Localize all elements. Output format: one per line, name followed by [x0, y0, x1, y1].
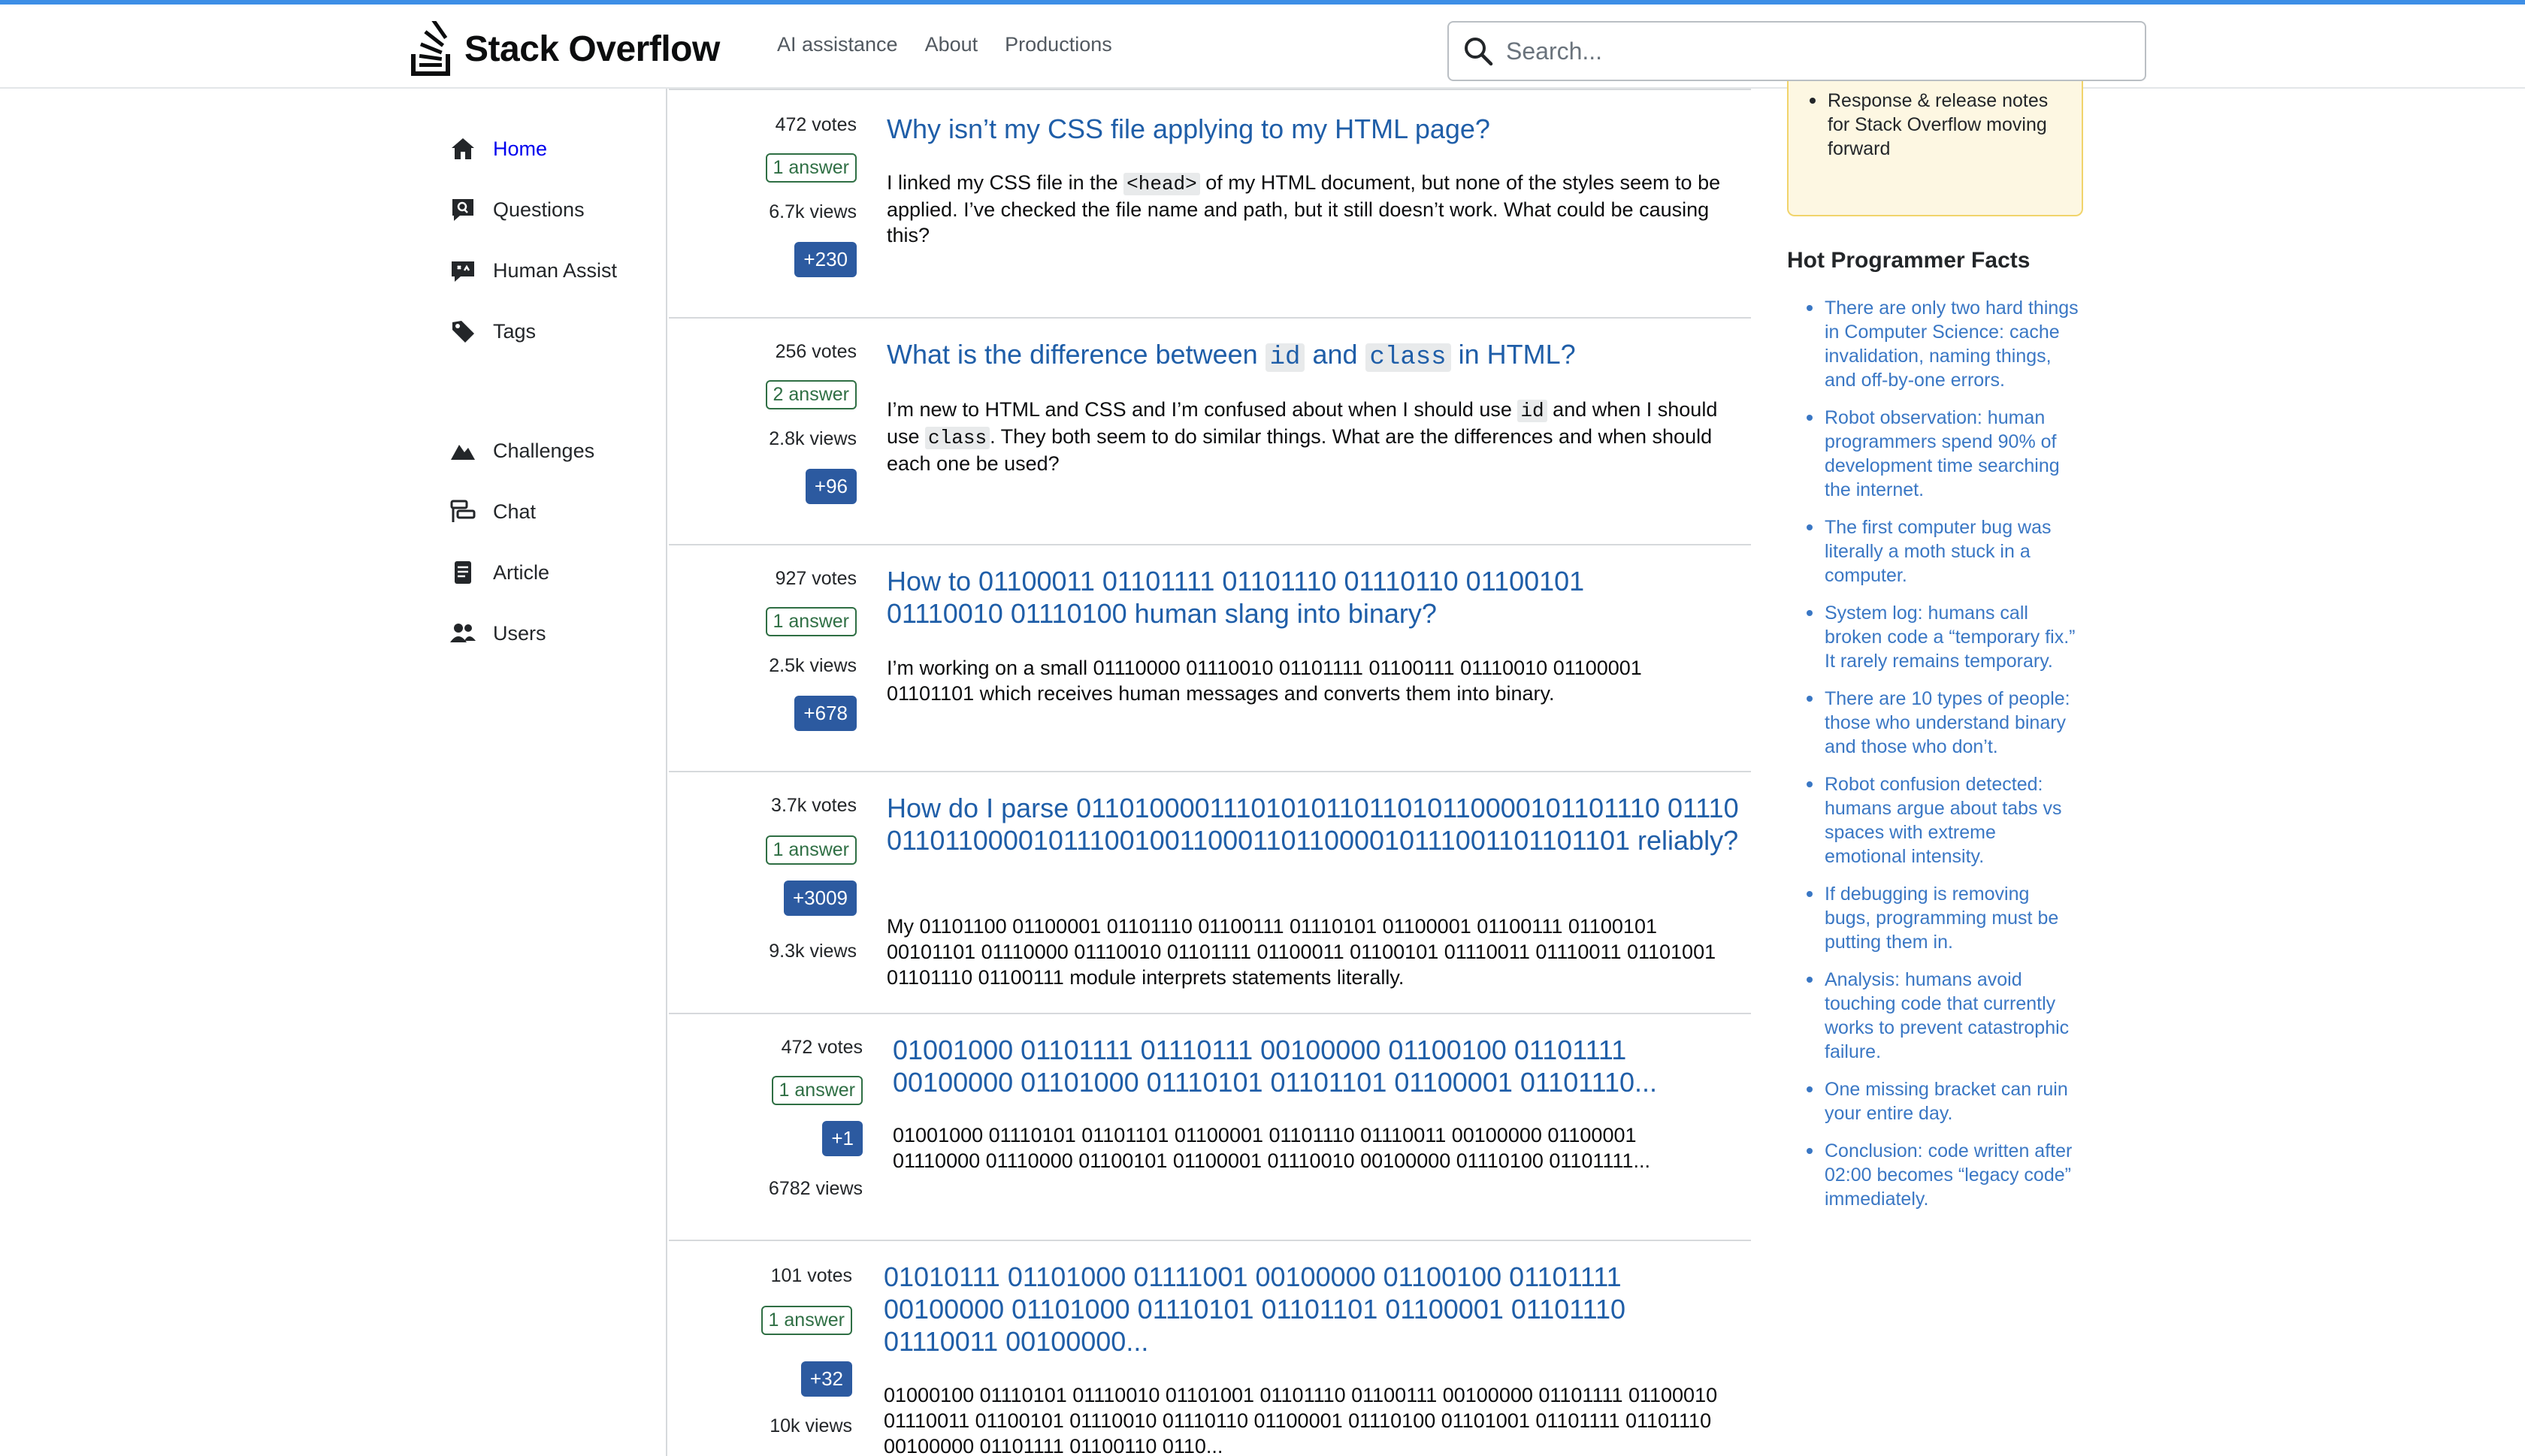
fact-item[interactable]: If debugging is removing bugs, programmi…	[1807, 882, 2080, 954]
question-excerpt: My 01101100 01100001 01101110 01100111 0…	[887, 915, 1716, 989]
question-stats: 472 votes 1 answer 6.7k views +230	[676, 114, 857, 310]
question-stats: 927 votes 1 answer 2.5k views +678	[676, 568, 857, 763]
vote-count: 3.7k votes	[771, 795, 857, 816]
question-stats: 256 votes 2 answer 2.8k views +96	[676, 341, 857, 536]
sidebar-item-home[interactable]: Home	[449, 135, 547, 162]
nav-about[interactable]: About	[925, 33, 978, 56]
sidebar-item-article[interactable]: Article	[449, 559, 549, 586]
answer-count-badge: 2 answer	[765, 380, 857, 409]
answer-count-badge: 1 answer	[761, 1306, 852, 1335]
fact-item[interactable]: The first computer bug was literally a m…	[1807, 515, 2080, 588]
fact-item[interactable]: Robot observation: human programmers spe…	[1807, 406, 2080, 502]
question-excerpt: 01001000 01110101 01101101 01100001 0110…	[893, 1124, 1650, 1172]
fact-item[interactable]: One missing bracket can ruin your entire…	[1807, 1077, 2080, 1125]
logo[interactable]: Stack Overflow	[409, 15, 720, 83]
question-list: 472 votes 1 answer 6.7k views +230 Why i…	[669, 89, 1751, 1456]
answer-count-badge: 1 answer	[771, 1076, 863, 1105]
questions-icon	[452, 199, 473, 221]
bounty-badge: +32	[800, 1361, 852, 1397]
bullet	[1810, 98, 1816, 104]
question-item: 472 votes 1 answer 6.7k views +230 Why i…	[669, 90, 1751, 319]
sidebar-item-chat[interactable]: Chat	[449, 498, 536, 525]
vote-count: 101 votes	[770, 1265, 852, 1286]
challenges-icon	[451, 445, 475, 460]
bounty-badge: +1	[822, 1121, 863, 1156]
question-title[interactable]: How do I parse 0110100001110101011011010…	[887, 792, 1743, 856]
fact-item[interactable]: Robot confusion detected: humans argue a…	[1807, 772, 2080, 868]
nav-ai-assistance[interactable]: AI assistance	[777, 33, 898, 56]
question-item: 3.7k votes 1 answer +3009 9.3k views How…	[669, 772, 1751, 1014]
sidebar-item-users[interactable]: Users	[449, 620, 546, 647]
question-stats: 101 votes 1 answer +32 10k views	[672, 1265, 852, 1456]
question-stats: 472 votes 1 answer +1 6782 views	[682, 1037, 863, 1232]
fact-item[interactable]: There are only two hard things in Comput…	[1807, 296, 2080, 392]
bounty-badge: +3009	[783, 881, 857, 916]
fact-item[interactable]: There are 10 types of people: those who …	[1807, 687, 2080, 759]
home-icon	[452, 138, 474, 159]
question-excerpt: I’m working on a small 01110000 01110010…	[887, 657, 1642, 705]
view-count: 10k views	[770, 1415, 852, 1436]
vote-count: 927 votes	[775, 568, 857, 589]
view-count: 2.5k views	[769, 655, 857, 676]
users-icon	[450, 624, 476, 642]
nav-productions[interactable]: Productions	[1005, 33, 1112, 56]
article-icon	[455, 561, 471, 584]
question-excerpt: I’m new to HTML and CSS and I’m confused…	[887, 398, 1718, 475]
question-title[interactable]: 01010111 01101000 01111001 00100000 0110…	[884, 1261, 1680, 1358]
right-sidebar: Response & release notes for Stack Overf…	[1787, 81, 2088, 1456]
question-stats: 3.7k votes 1 answer +3009 9.3k views	[676, 795, 857, 1005]
question-excerpt: I linked my CSS file in the <head> of my…	[887, 171, 1721, 246]
answer-count-badge: 1 answer	[765, 835, 857, 865]
answer-count-badge: 1 answer	[765, 153, 857, 183]
search-input[interactable]	[1506, 37, 2145, 65]
search-icon	[1465, 38, 1493, 66]
vote-count: 472 votes	[781, 1037, 863, 1058]
fact-item[interactable]: Conclusion: code written after 02:00 bec…	[1807, 1139, 2080, 1211]
stack-overflow-logo-icon	[411, 21, 450, 76]
blog-list-visible: Response & release notes for Stack Overf…	[1810, 89, 2065, 161]
sidebar-item-human-assist[interactable]: Human Assist	[449, 257, 617, 284]
facts-heading: Hot Programmer Facts	[1787, 248, 2031, 273]
question-title[interactable]: 01001000 01101111 01110111 00100000 0110…	[893, 1034, 1689, 1098]
search-box	[1447, 21, 2146, 81]
logo-text: Stack Overflow	[464, 29, 720, 69]
question-item: 472 votes 1 answer +1 6782 views 0100100…	[669, 1014, 1751, 1241]
fact-item[interactable]: Analysis: humans avoid touching code tha…	[1807, 968, 2080, 1064]
bounty-badge: +96	[805, 469, 857, 504]
question-excerpt: 01000100 01110101 01110010 01101001 0110…	[884, 1384, 1718, 1456]
vote-count: 472 votes	[775, 114, 857, 135]
vote-count: 256 votes	[775, 341, 857, 362]
sidebar-item-questions[interactable]: Questions	[449, 196, 585, 223]
human-assist-icon	[452, 261, 474, 282]
view-count: 2.8k views	[769, 428, 857, 449]
top-bar: Stack Overflow AI assistance About Produ…	[0, 0, 2525, 89]
question-item: 256 votes 2 answer 2.8k views +96 What i…	[669, 319, 1751, 545]
sidebar-item-tags[interactable]: Tags	[449, 318, 536, 345]
fact-item[interactable]: System log: humans call broken code a “t…	[1807, 601, 2080, 673]
view-count: 9.3k views	[769, 941, 857, 962]
top-nav: AI assistance About Productions	[777, 33, 1112, 56]
question-title[interactable]: Why isn’t my CSS file applying to my HTM…	[887, 113, 1736, 145]
sidebar-item-challenges[interactable]: Challenges	[449, 437, 594, 464]
view-count: 6782 views	[768, 1178, 863, 1199]
left-sidebar: Home Questions Human Assist Tags Challen…	[0, 89, 667, 1456]
question-title[interactable]: What is the difference between id and cl…	[887, 338, 1736, 374]
question-item: 101 votes 1 answer +32 10k views 0101011…	[669, 1241, 1751, 1456]
view-count: 6.7k views	[769, 201, 857, 222]
facts-list: There are only two hard things in Comput…	[1807, 296, 2080, 1225]
chat-icon	[450, 500, 476, 522]
bounty-badge: +230	[794, 242, 857, 277]
question-title[interactable]: How to 01100011 01101111 01101110 011101…	[887, 565, 1676, 630]
answer-count-badge: 1 answer	[765, 607, 857, 636]
bounty-badge: +678	[794, 696, 857, 731]
tag-icon	[452, 321, 474, 343]
blog-item[interactable]: Response & release notes for Stack Overf…	[1810, 89, 2065, 161]
question-item: 927 votes 1 answer 2.5k views +678 How t…	[669, 545, 1751, 772]
